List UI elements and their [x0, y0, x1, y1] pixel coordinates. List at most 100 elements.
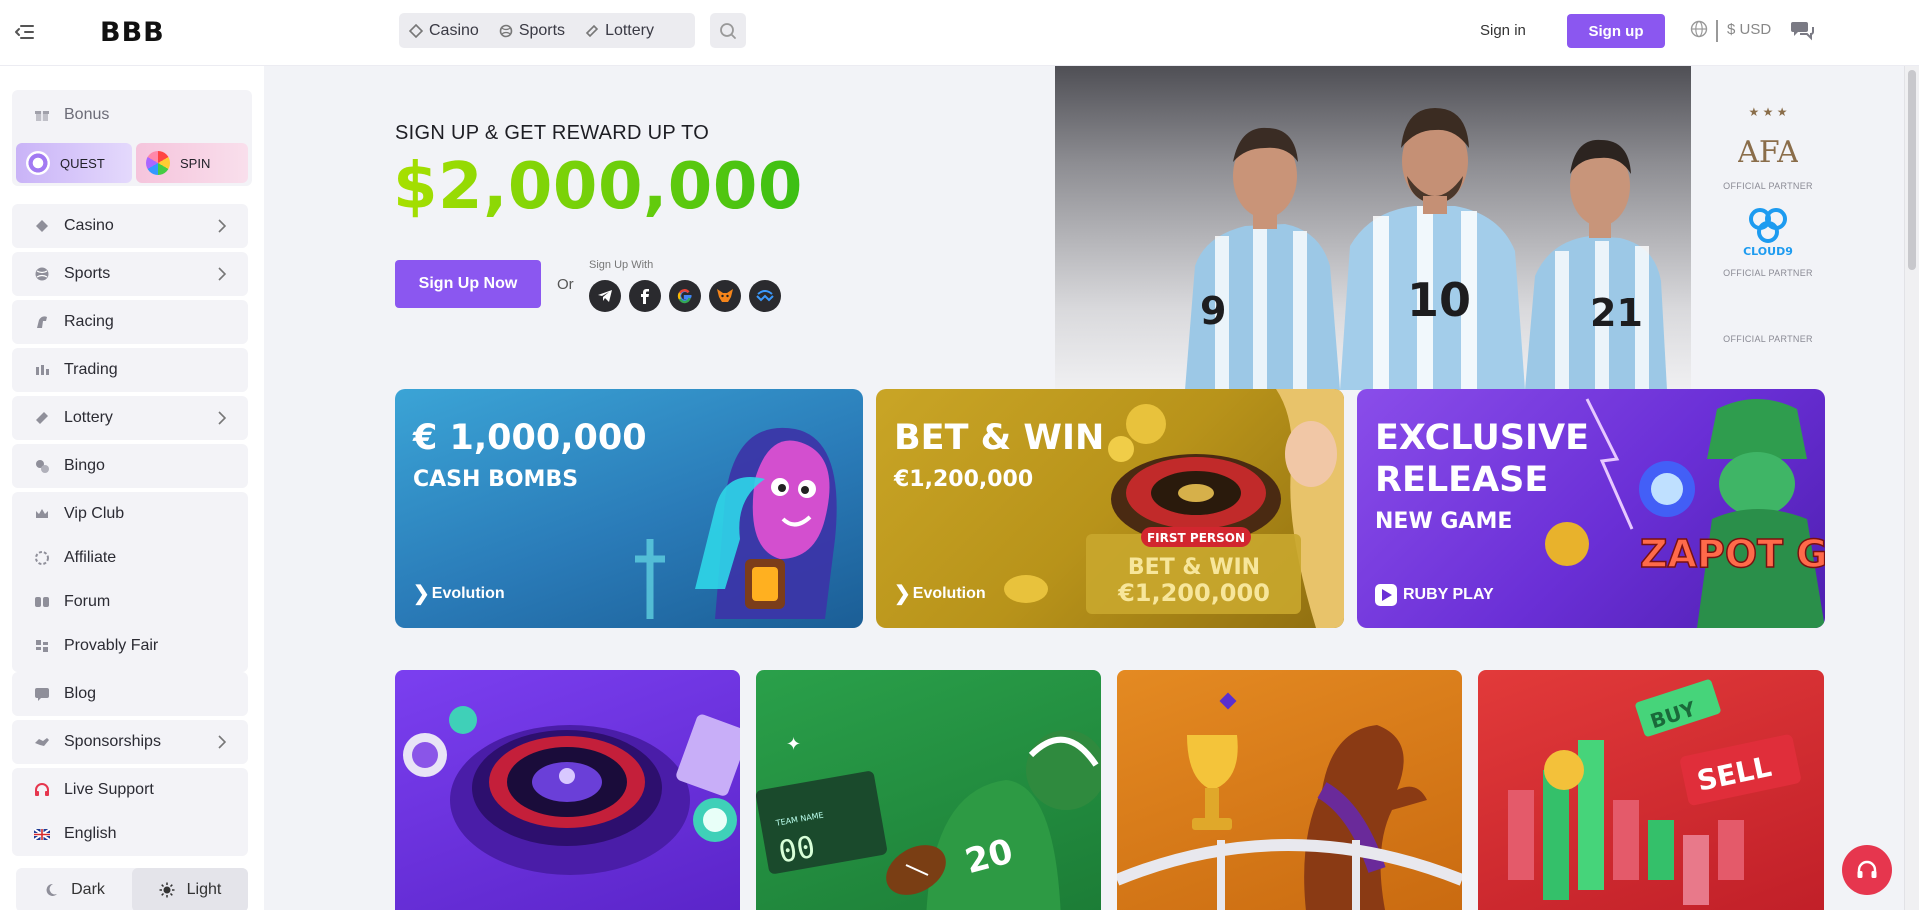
sidebar-item-sponsorships[interactable]: Sponsorships [12, 720, 248, 764]
google-icon[interactable] [669, 280, 701, 312]
category-card-racing[interactable] [1117, 670, 1462, 910]
partner-label: OFFICIAL PARTNER [1723, 181, 1813, 191]
partner-label: OFFICIAL PARTNER [1723, 334, 1813, 344]
sidebar-item-bingo[interactable]: Bingo [12, 444, 248, 488]
sign-up-now-button[interactable]: Sign Up Now [395, 260, 541, 308]
header-divider [1716, 20, 1718, 42]
promo-title: EXCLUSIVE RELEASE [1375, 418, 1590, 500]
jersey-number: 21 [1590, 291, 1643, 335]
cloud9-logo: CLOUD9 [1743, 208, 1793, 258]
partner-label: OFFICIAL PARTNER [1723, 268, 1813, 278]
sidebar-item-forum[interactable]: Forum [12, 580, 248, 624]
nav-casino[interactable]: Casino [399, 13, 489, 48]
sidebar-item-label: Casino [64, 217, 114, 234]
signup-with-label: Sign Up With [589, 259, 654, 271]
casino-icon [409, 23, 423, 38]
partner-afa[interactable]: ★ ★ ★ AFA OFFICIAL PARTNER [1700, 100, 1836, 191]
sidebar-item-live-support[interactable]: Live Support [12, 768, 248, 812]
spin-button[interactable]: SPIN [136, 143, 248, 183]
sidebar-support-group: Live Support English [12, 768, 248, 856]
partner-third[interactable]: OFFICIAL PARTNER [1700, 286, 1836, 344]
promo-subtitle: CASH BOMBS [413, 467, 579, 492]
sidebar-item-racing[interactable]: Racing [12, 300, 248, 344]
headset-icon [34, 782, 50, 798]
provider-label: RUBY PLAY [1403, 586, 1494, 603]
player-left: 9 [1185, 127, 1340, 390]
quest-icon [26, 151, 50, 175]
search-icon [720, 22, 736, 39]
sidebar-item-affiliate[interactable]: Affiliate [12, 536, 248, 580]
walletconnect-icon[interactable] [749, 280, 781, 312]
sidebar-item-casino[interactable]: Casino [12, 204, 248, 248]
promo-title: BET & WIN [894, 418, 1105, 458]
sign-in-link[interactable]: Sign in [1480, 18, 1526, 44]
scrollbar-thumb[interactable] [1908, 70, 1916, 270]
horse-icon [34, 314, 50, 330]
promo-art-text: BET & WIN [1128, 555, 1260, 580]
sidebar-item-lottery[interactable]: Lottery [12, 396, 248, 440]
hero-headline: SIGN UP & GET REWARD UP TO [395, 122, 710, 144]
blog-icon [34, 686, 50, 702]
provider-label: Evolution [431, 584, 505, 602]
crown-icon [34, 506, 50, 522]
live-support-button[interactable] [1842, 845, 1892, 895]
scoreboard-score: 00 [776, 830, 818, 871]
nav-sports[interactable]: Sports [489, 13, 575, 48]
bonus-link[interactable]: Bonus [34, 106, 109, 124]
bingo-icon [34, 458, 50, 474]
cloud9-logo-text: CLOUD9 [1743, 245, 1793, 258]
quest-label: QUEST [60, 155, 105, 171]
dark-label: Dark [71, 881, 105, 898]
svg-text:★ ★ ★: ★ ★ ★ [1749, 105, 1788, 119]
bonus-group: Bonus QUEST SPIN [12, 90, 252, 186]
partner-cloud9[interactable]: CLOUD9 OFFICIAL PARTNER [1700, 199, 1836, 278]
sidebar-item-trading[interactable]: Trading [12, 348, 248, 392]
sidebar-item-sports[interactable]: Sports [12, 252, 248, 296]
telegram-icon[interactable] [589, 280, 621, 312]
sidebar-item-label: Provably Fair [64, 637, 159, 654]
currency-selector[interactable]: $ USD [1727, 21, 1771, 38]
hero-players-image: 9 21 10 [1055, 66, 1691, 390]
site-logo[interactable]: BBB [100, 17, 165, 48]
metamask-icon[interactable] [709, 280, 741, 312]
svg-text:✦: ✦ [786, 734, 801, 754]
jersey-number: 10 [1407, 273, 1471, 327]
hero-amount: $2,000,000 [393, 150, 803, 224]
sidebar-item-provably-fair[interactable]: Provably Fair [12, 624, 248, 668]
chat-icon[interactable] [1790, 19, 1814, 46]
sidebar-item-label: Live Support [64, 781, 154, 798]
sidebar-item-language[interactable]: English [12, 812, 248, 856]
sidebar-item-label: Forum [64, 593, 111, 610]
facebook-icon[interactable] [629, 280, 661, 312]
sidebar: Bonus QUEST SPIN Casino Sports Racing Tr… [0, 66, 264, 910]
top-bar: BBB Casino Sports Lottery Sign in Sign u… [0, 0, 1919, 66]
nav-lottery[interactable]: Lottery [575, 13, 664, 48]
promo-cash-bombs[interactable]: € 1,000,000 CASH BOMBS ❯ Evolution [395, 389, 863, 628]
forum-icon [34, 594, 50, 610]
sign-up-button[interactable]: Sign up [1567, 14, 1665, 48]
bonus-label: Bonus [64, 106, 110, 123]
globe-icon[interactable] [1690, 20, 1708, 43]
category-card-casino[interactable] [395, 670, 740, 910]
light-theme-button[interactable]: Light [132, 868, 248, 910]
player-right: 21 [1525, 139, 1667, 390]
handshake-icon [34, 734, 50, 750]
sidebar-item-label: Lottery [64, 409, 113, 426]
lottery-icon [34, 410, 50, 426]
page-scrollbar[interactable] [1904, 66, 1919, 910]
sidebar-item-vip-club[interactable]: Vip Club [12, 492, 248, 536]
sidebar-item-label: Sports [64, 265, 111, 282]
collapse-sidebar-icon[interactable] [12, 20, 36, 44]
category-card-trading[interactable]: BUY SELL [1478, 670, 1824, 910]
category-card-sports[interactable]: TEAM NAME 00 20 ✦ [756, 670, 1101, 910]
search-button[interactable] [710, 13, 746, 48]
first-person-badge: FIRST PERSON [1147, 531, 1245, 545]
promo-exclusive-release[interactable]: ZAPOT GOL EXCLUSIVE RELEASE NEW GAME RUB… [1357, 389, 1825, 628]
sports-icon [499, 24, 513, 37]
promo-bet-and-win[interactable]: FIRST PERSON BET & WIN €1,200,000 BET & … [876, 389, 1344, 628]
promo-subtitle: NEW GAME [1375, 509, 1513, 534]
dark-theme-button[interactable]: Dark [16, 868, 132, 910]
chevron-right-icon [218, 411, 226, 425]
quest-button[interactable]: QUEST [16, 143, 132, 183]
sidebar-item-blog[interactable]: Blog [12, 672, 248, 716]
